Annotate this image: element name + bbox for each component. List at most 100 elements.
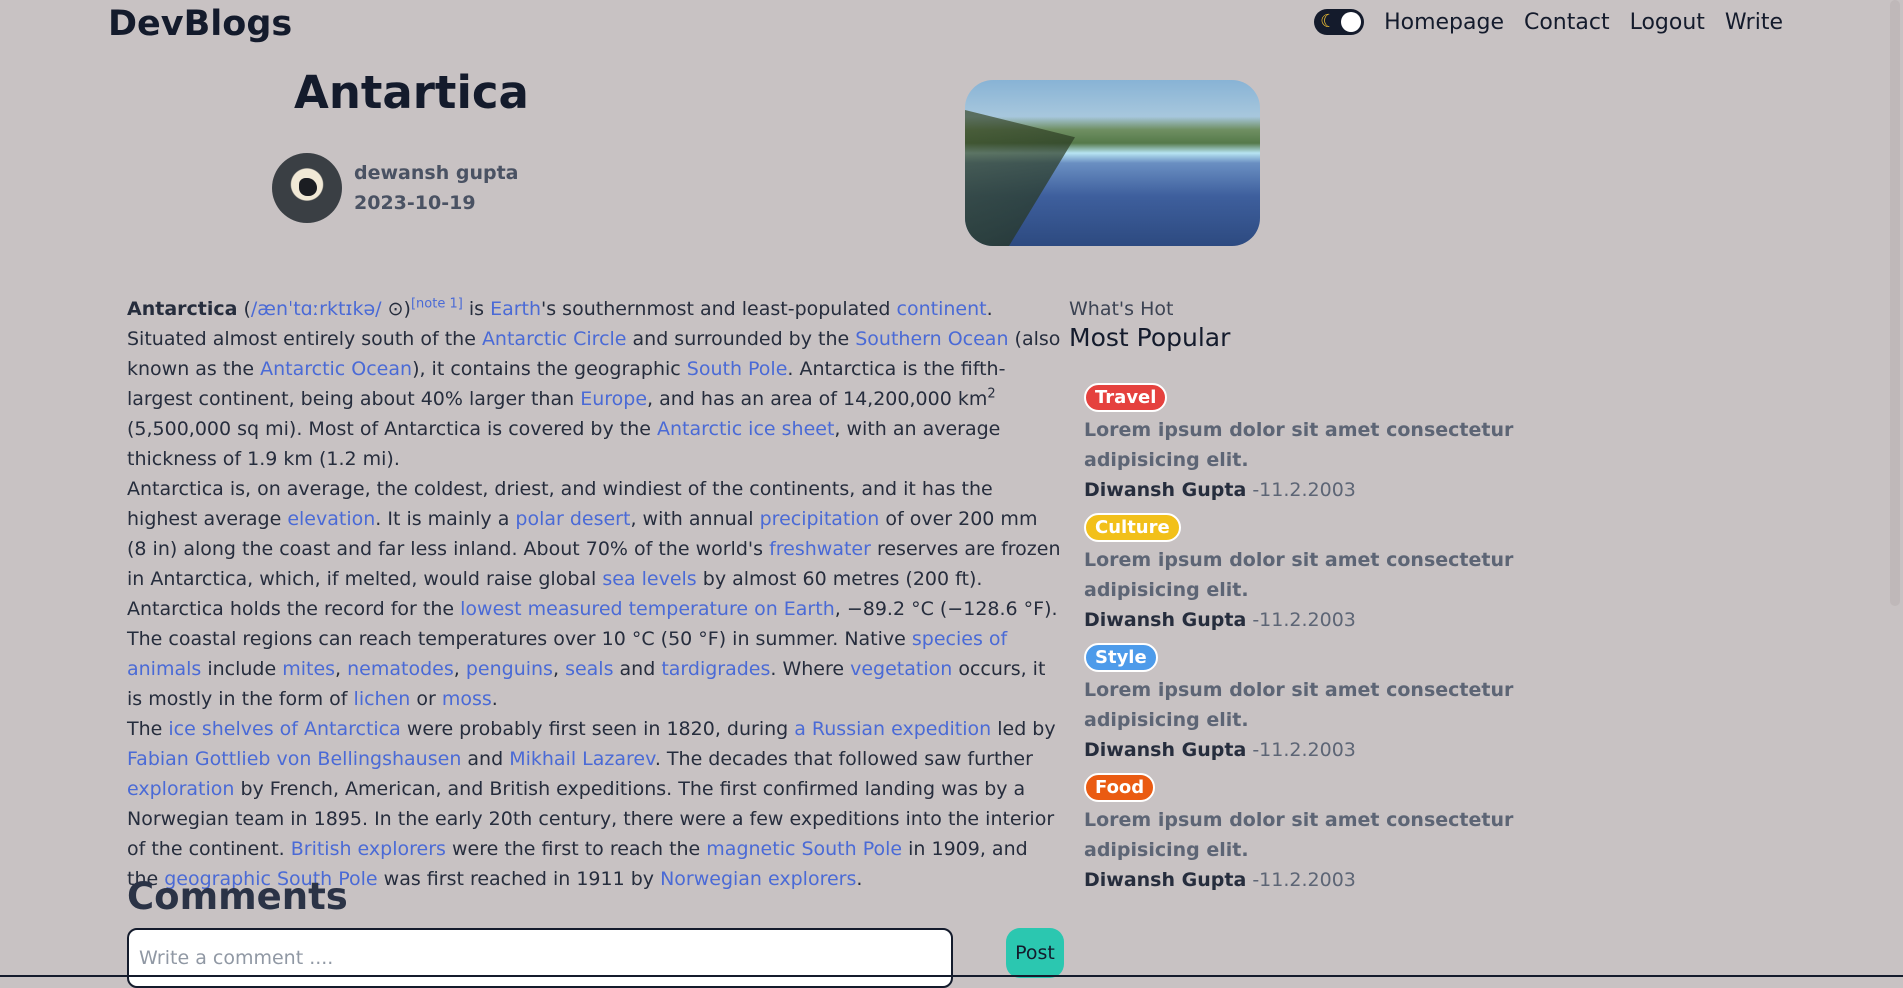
article-text: led by [991, 718, 1056, 740]
article-text: , and has an area of 14,200,000 km [647, 388, 988, 410]
popular-item-author: Diwansh Gupta [1084, 869, 1247, 891]
article-link[interactable]: a Russian expedition [794, 718, 991, 740]
comments-heading: Comments [127, 875, 348, 918]
popular-item[interactable]: Food Lorem ipsum dolor sit amet consecte… [1084, 773, 1629, 895]
article-link[interactable]: /ænˈtɑːrktɪkə/ [251, 298, 382, 320]
article-text: include [201, 658, 283, 680]
article-paragraph: Antarctica (/ænˈtɑːrktɪkə/ ⊙)[note 1] is… [127, 294, 1061, 474]
article-link[interactable]: freshwater [769, 538, 871, 560]
popular-item-author: Diwansh Gupta [1084, 479, 1247, 501]
category-badge[interactable]: Travel [1084, 383, 1168, 412]
article-link[interactable]: Antarctic Ocean [260, 358, 412, 380]
superscript[interactable]: [note 1] [411, 297, 463, 312]
article-link[interactable]: [note 1] [411, 297, 463, 312]
article-link[interactable]: continent [897, 298, 987, 320]
article-link[interactable]: Southern Ocean [855, 328, 1008, 350]
article-text: ( [237, 298, 251, 320]
theme-toggle[interactable]: ☾ [1314, 9, 1365, 35]
article-link[interactable]: South Pole [687, 358, 788, 380]
nav-homepage[interactable]: Homepage [1384, 10, 1504, 35]
popular-item-meta: Diwansh Gupta -11.2.2003 [1084, 605, 1629, 635]
article-link[interactable]: ice shelves of Antarctica [168, 718, 400, 740]
article-link[interactable]: lichen [354, 688, 411, 710]
popular-item[interactable]: Style Lorem ipsum dolor sit amet consect… [1084, 643, 1629, 765]
article-link[interactable]: elevation [287, 508, 375, 530]
article-link[interactable]: sea levels [602, 568, 696, 590]
article-text: and [613, 658, 662, 680]
article-paragraph: The ice shelves of Antarctica were proba… [127, 714, 1061, 894]
sidebar-kicker: What's Hot [1069, 298, 1174, 320]
site-logo[interactable]: DevBlogs [108, 4, 292, 44]
article-text: 2 [987, 386, 996, 402]
article-link[interactable]: vegetation [850, 658, 952, 680]
article-link[interactable]: tardigrades [661, 658, 770, 680]
article-term: Antarctica [127, 298, 238, 320]
superscript: 2 [987, 387, 995, 402]
article-text: , [453, 658, 466, 680]
popular-item-author: Diwansh Gupta [1084, 609, 1247, 631]
article-link[interactable]: exploration [127, 778, 234, 800]
article-link[interactable]: magnetic South Pole [706, 838, 902, 860]
article-link[interactable]: Norwegian explorers [660, 868, 856, 890]
nav-write[interactable]: Write [1725, 10, 1783, 35]
article-text: , with annual [630, 508, 760, 530]
popular-item-text[interactable]: Lorem ipsum dolor sit amet consectetur a… [1084, 545, 1629, 605]
article-link[interactable]: Antarctic Circle [482, 328, 627, 350]
popular-item-meta: Diwansh Gupta -11.2.2003 [1084, 475, 1629, 505]
author-block: dewansh gupta 2023-10-19 [272, 153, 518, 223]
article-text: were the first to reach the [445, 838, 707, 860]
popular-item[interactable]: Travel Lorem ipsum dolor sit amet consec… [1084, 383, 1629, 505]
popular-item-date: -11.2.2003 [1252, 869, 1356, 891]
article-text: . The decades that followed saw further [654, 748, 1033, 770]
popular-sidebar: What's Hot Most Popular Travel Lorem ips… [1069, 298, 1629, 891]
comment-input[interactable] [127, 928, 953, 988]
article-text: 's southernmost and least-populated [541, 298, 897, 320]
article-link[interactable]: precipitation [760, 508, 880, 530]
nav-contact[interactable]: Contact [1524, 10, 1610, 35]
article-link[interactable]: lowest measured temperature on Earth [460, 598, 835, 620]
article-text: and surrounded by the [626, 328, 856, 350]
post-comment-button[interactable]: Post [1006, 928, 1064, 978]
article-text: . [856, 868, 863, 890]
article-link[interactable]: nematodes [347, 658, 454, 680]
category-badge[interactable]: Culture [1084, 513, 1181, 542]
popular-item-text[interactable]: Lorem ipsum dolor sit amet consectetur a… [1084, 805, 1629, 865]
article-text: , [335, 658, 348, 680]
article-link[interactable]: Earth [490, 298, 541, 320]
article-text: . It is mainly a [375, 508, 516, 530]
sidebar-heading: Most Popular [1069, 323, 1231, 352]
popular-item-author: Diwansh Gupta [1084, 739, 1247, 761]
article-link[interactable]: British explorers [291, 838, 446, 860]
author-avatar [272, 153, 342, 223]
scrollbar-thumb[interactable] [1890, 0, 1900, 606]
article-text: is [462, 298, 491, 320]
article-link[interactable]: Antarctic ice sheet [657, 418, 834, 440]
article-text: or [410, 688, 442, 710]
article-link[interactable]: moss [442, 688, 492, 710]
article-link[interactable]: penguins [466, 658, 553, 680]
toggle-knob [1341, 12, 1362, 32]
article-text: . [491, 688, 498, 710]
moon-icon: ☾ [1320, 11, 1337, 32]
category-badge[interactable]: Style [1084, 643, 1158, 672]
nav-logout[interactable]: Logout [1630, 10, 1705, 35]
article-link[interactable]: mites [282, 658, 335, 680]
post-date: 2023-10-19 [354, 192, 476, 214]
article-text: , [552, 658, 566, 680]
article-link[interactable]: polar desert [515, 508, 630, 530]
popular-item-text[interactable]: Lorem ipsum dolor sit amet consectetur a… [1084, 415, 1629, 475]
popular-item[interactable]: Culture Lorem ipsum dolor sit amet conse… [1084, 513, 1629, 635]
post-hero-image [965, 80, 1260, 246]
popular-item-date: -11.2.2003 [1252, 609, 1356, 631]
article-link[interactable]: Mikhail Lazarev [509, 748, 655, 770]
popular-item-date: -11.2.2003 [1252, 479, 1356, 501]
category-badge[interactable]: Food [1084, 773, 1156, 802]
article-text: The [127, 718, 169, 740]
page-scrollbar[interactable] [1887, 0, 1903, 977]
popular-item-date: -11.2.2003 [1252, 739, 1356, 761]
article-text: . Where [770, 658, 851, 680]
article-link[interactable]: seals [565, 658, 613, 680]
article-link[interactable]: Europe [580, 388, 647, 410]
article-link[interactable]: Fabian Gottlieb von Bellingshausen [127, 748, 461, 770]
popular-item-text[interactable]: Lorem ipsum dolor sit amet consectetur a… [1084, 675, 1629, 735]
